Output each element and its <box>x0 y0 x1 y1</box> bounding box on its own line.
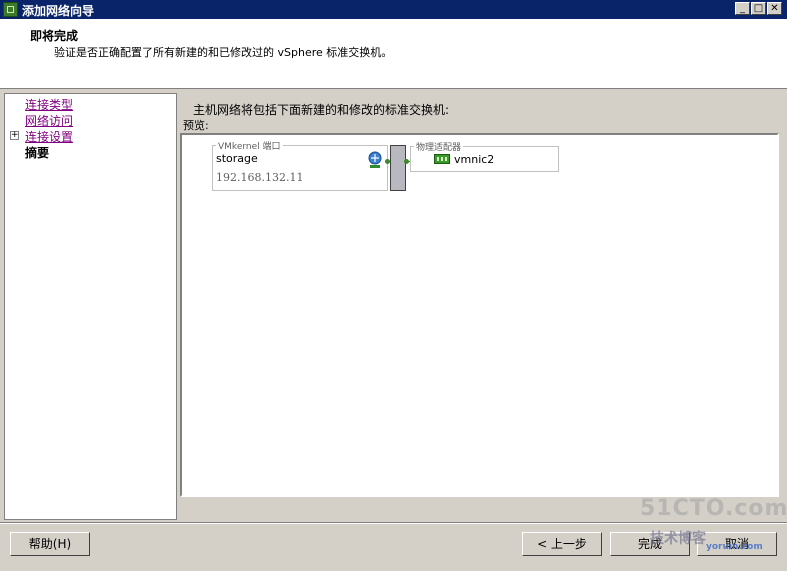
close-button[interactable]: ✕ <box>767 2 782 15</box>
network-adapter-icon <box>434 153 450 165</box>
adapter-group-label: 物理适配器 <box>414 140 464 153</box>
nav-item-summary: 摘要 <box>25 146 50 160</box>
adapter-name: vmnic2 <box>454 153 495 166</box>
physical-adapter-group: 物理适配器 vmnic2 <box>410 140 559 172</box>
vswitch-bar <box>390 145 406 191</box>
network-preview-panel: VMkernel 端口 storage 192.168.132.11 物理适配器 <box>180 133 779 497</box>
help-button[interactable]: 帮助(H) <box>10 532 90 556</box>
vmkernel-port-group: VMkernel 端口 storage 192.168.132.11 <box>212 139 388 191</box>
content-heading: 主机网络将包括下面新建的和修改的标准交换机: <box>193 103 450 117</box>
window-title-bar[interactable]: 添加网络向导 _ □ ✕ <box>0 0 787 19</box>
watermark-url: yoruin.com <box>706 542 763 552</box>
port-ip-address: 192.168.132.11 <box>216 171 304 184</box>
nav-item-connection-type[interactable]: 连接类型 <box>25 96 73 113</box>
vmkernel-port-icon <box>367 151 383 169</box>
bottom-separator <box>0 522 787 524</box>
preview-label: 预览: <box>183 119 209 132</box>
vmkernel-group-label: VMkernel 端口 <box>216 139 283 152</box>
port-name: storage <box>216 152 258 165</box>
expand-icon[interactable]: + <box>10 131 19 140</box>
maximize-button[interactable]: □ <box>751 2 766 15</box>
minimize-button[interactable]: _ <box>735 2 750 15</box>
page-subtitle: 验证是否正确配置了所有新建的和已修改过的 vSphere 标准交换机。 <box>54 46 393 59</box>
uplink-dot-left <box>404 159 409 164</box>
watermark-site: 51CTO.com <box>640 496 787 521</box>
wizard-steps-nav: 连接类型 网络访问 + 连接设置 摘要 <box>4 93 177 520</box>
page-title: 即将完成 <box>30 29 79 43</box>
nav-item-network-access[interactable]: 网络访问 <box>25 112 73 129</box>
back-button[interactable]: < 上一步 <box>522 532 602 556</box>
nav-item-connection-settings[interactable]: 连接设置 <box>25 128 73 145</box>
wizard-header: 即将完成 验证是否正确配置了所有新建的和已修改过的 vSphere 标准交换机。 <box>0 19 787 89</box>
wizard-app-icon <box>3 2 18 17</box>
window-title: 添加网络向导 <box>22 4 95 18</box>
watermark-slogan: 技术博客 <box>650 531 706 547</box>
